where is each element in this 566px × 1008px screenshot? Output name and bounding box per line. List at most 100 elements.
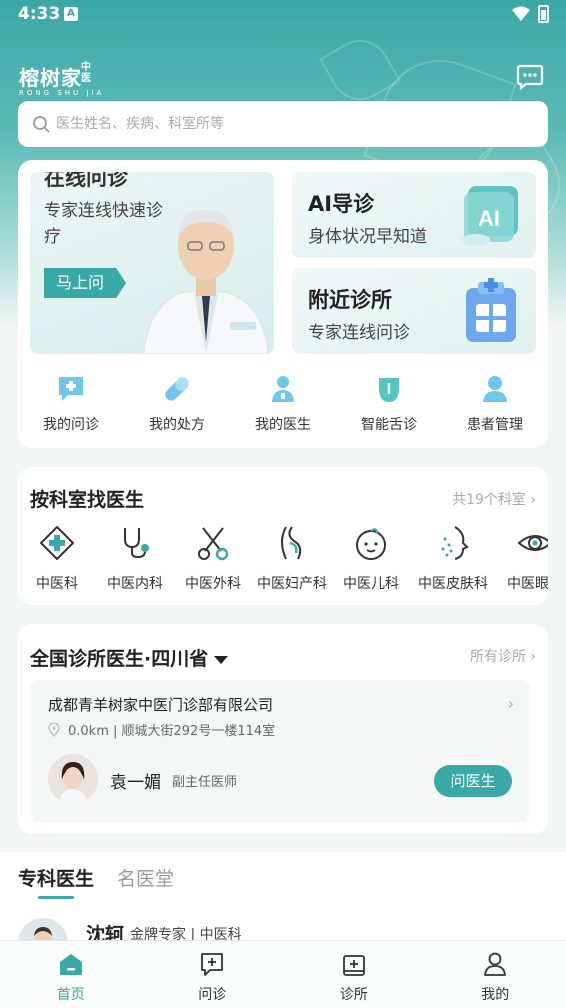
department-card: 按科室找医生 共19个科室 › 中医科 中医内科 中医外科 中医妇产科 中医儿科… xyxy=(18,467,548,605)
clinic-address-row: 0.0km | 顺城大街292号一楼114室 xyxy=(48,720,275,739)
search-icon xyxy=(33,116,50,133)
baby-icon xyxy=(356,528,386,560)
department-label: 中医外科 xyxy=(185,576,241,592)
department-item[interactable]: 中医儿科 xyxy=(332,525,410,593)
department-item[interactable]: 中医眼科 xyxy=(496,525,548,593)
online-consult-banner[interactable]: 在线问诊 专家连线快速诊疗 马上问 xyxy=(30,172,274,354)
nav-label: 首页 xyxy=(56,987,85,1003)
medical-cross-icon xyxy=(40,526,74,560)
quick-action-my-prescriptions[interactable]: 我的处方 xyxy=(124,374,230,434)
department-label: 中医皮肤科 xyxy=(418,576,488,592)
avatar xyxy=(48,754,98,804)
doctor-avatar-image xyxy=(48,754,98,804)
consult-icon xyxy=(201,953,224,976)
doctor-illustration xyxy=(143,209,269,354)
banner-title: 在线问诊 xyxy=(44,172,128,190)
clinic-region-selector[interactable]: 全国诊所医生·四川省 xyxy=(30,644,229,671)
nearby-clinic-title: 附近诊所 xyxy=(308,288,392,312)
wifi-icon xyxy=(512,6,530,21)
battery-icon xyxy=(538,5,549,23)
all-departments-link[interactable]: 共19个科室 › xyxy=(452,489,536,509)
quick-action-label: 患者管理 xyxy=(467,417,523,433)
app-logo: 榕树家 RONG SHU JIA 中医 xyxy=(19,62,104,97)
status-bar: 4:33 A xyxy=(0,0,566,30)
quick-action-my-doctors[interactable]: 我的医生 xyxy=(230,374,336,434)
quick-action-tongue-diagnosis[interactable]: 智能舌诊 xyxy=(336,374,442,434)
nearby-clinic-card[interactable]: 附近诊所 专家连线问诊 xyxy=(292,268,536,354)
nav-consult[interactable]: 问诊 xyxy=(142,941,284,1008)
department-item[interactable]: 中医妇产科 xyxy=(252,525,332,593)
all-clinics-label: 所有诊所 xyxy=(469,649,526,665)
clinic-item[interactable]: 成都青羊树家中医门诊部有限公司 › 0.0km | 顺城大街292号一楼114室… xyxy=(30,680,530,822)
pill-icon xyxy=(165,377,189,401)
caret-down-icon xyxy=(214,655,229,664)
department-item[interactable]: 中医科 xyxy=(18,525,96,593)
eye-icon xyxy=(517,535,548,551)
department-label: 中医妇产科 xyxy=(257,576,327,592)
department-list: 中医科 中医内科 中医外科 中医妇产科 中医儿科 中医皮肤科 中医眼 xyxy=(18,525,548,593)
department-title: 按科室找医生 xyxy=(30,489,145,511)
clinic-name: 成都青羊树家中医门诊部有限公司 xyxy=(48,696,274,714)
department-item[interactable]: 中医外科 xyxy=(174,525,252,593)
logo-subtext: RONG SHU JIA xyxy=(19,89,105,97)
quick-action-my-consults[interactable]: 我的问诊 xyxy=(18,374,124,434)
department-label: 中医儿科 xyxy=(343,576,399,592)
bottom-navigation: 首页 问诊 诊所 我的 xyxy=(0,940,566,1008)
clinic-address: 0.0km | 顺城大街292号一楼114室 xyxy=(68,724,276,739)
stethoscope-icon xyxy=(124,528,149,559)
department-label: 中医眼科 xyxy=(507,576,548,592)
clipboard-icon xyxy=(466,278,516,342)
clinic-icon xyxy=(342,955,365,976)
nav-profile[interactable]: 我的 xyxy=(425,941,566,1008)
pregnancy-icon xyxy=(281,526,302,560)
patient-icon xyxy=(483,376,507,402)
ai-guide-subtitle: 身体状况早知道 xyxy=(308,227,427,247)
nav-label: 我的 xyxy=(481,987,510,1003)
status-time: 4:33 xyxy=(18,4,61,24)
skin-icon xyxy=(441,526,469,560)
tab-underline xyxy=(38,896,74,899)
quick-action-patient-management[interactable]: 患者管理 xyxy=(442,374,548,434)
all-clinics-link[interactable]: 所有诊所 › xyxy=(470,646,536,666)
logo-tag: 中医 xyxy=(81,62,91,84)
consult-now-button[interactable]: 马上问 xyxy=(44,268,127,298)
department-label: 中医内科 xyxy=(107,576,163,592)
svg-text:AI: AI xyxy=(478,206,500,231)
quick-action-label: 智能舌诊 xyxy=(361,417,417,433)
ai-icon: AI xyxy=(462,186,518,246)
nav-label: 诊所 xyxy=(339,987,368,1003)
ai-guide-title: AI导诊 xyxy=(308,192,375,216)
message-icon[interactable] xyxy=(516,64,544,90)
doctor-tabs: 专科医生 名医堂 xyxy=(0,852,566,908)
ai-guide-card[interactable]: AI导诊 身体状况早知道 AI xyxy=(292,172,536,258)
doctor-name: 袁一媚 xyxy=(110,773,161,793)
tab-famous-doctors[interactable]: 名医堂 xyxy=(117,864,174,891)
department-item[interactable]: 中医内科 xyxy=(96,525,174,593)
clinic-region-title: 全国诊所医生·四川省 xyxy=(30,648,209,670)
profile-icon xyxy=(484,952,507,976)
search-input[interactable] xyxy=(56,116,548,132)
quick-action-label: 我的问诊 xyxy=(43,417,99,433)
nav-clinic[interactable]: 诊所 xyxy=(283,941,425,1008)
home-icon xyxy=(59,954,82,975)
doctor-icon xyxy=(272,376,294,402)
tab-specialist-doctors[interactable]: 专科医生 xyxy=(18,864,94,891)
clinic-card: 全国诊所医生·四川省 所有诊所 › 成都青羊树家中医门诊部有限公司 › 0.0k… xyxy=(18,624,548,834)
department-item[interactable]: 中医皮肤科 xyxy=(410,525,496,593)
scissors-icon xyxy=(198,527,229,561)
nearby-clinic-subtitle: 专家连线问诊 xyxy=(308,323,410,343)
search-bar[interactable] xyxy=(18,101,548,147)
services-card: 在线问诊 专家连线快速诊疗 马上问 AI导诊 身体状况早知道 AI 附近诊所 专… xyxy=(18,160,548,448)
nav-label: 问诊 xyxy=(198,987,227,1003)
ask-doctor-button[interactable]: 问医生 xyxy=(434,765,512,797)
location-pin-icon xyxy=(48,722,60,737)
all-departments-label: 共19个科室 xyxy=(452,492,526,508)
chat-plus-icon xyxy=(59,377,83,401)
nav-home[interactable]: 首页 xyxy=(0,941,142,1008)
doctor-title: 副主任医师 xyxy=(172,775,238,790)
notification-icon: A xyxy=(64,7,78,21)
chevron-right-icon: › xyxy=(507,694,514,713)
department-label: 中医科 xyxy=(36,576,78,592)
tongue-icon xyxy=(379,378,399,402)
quick-action-label: 我的医生 xyxy=(255,417,311,433)
